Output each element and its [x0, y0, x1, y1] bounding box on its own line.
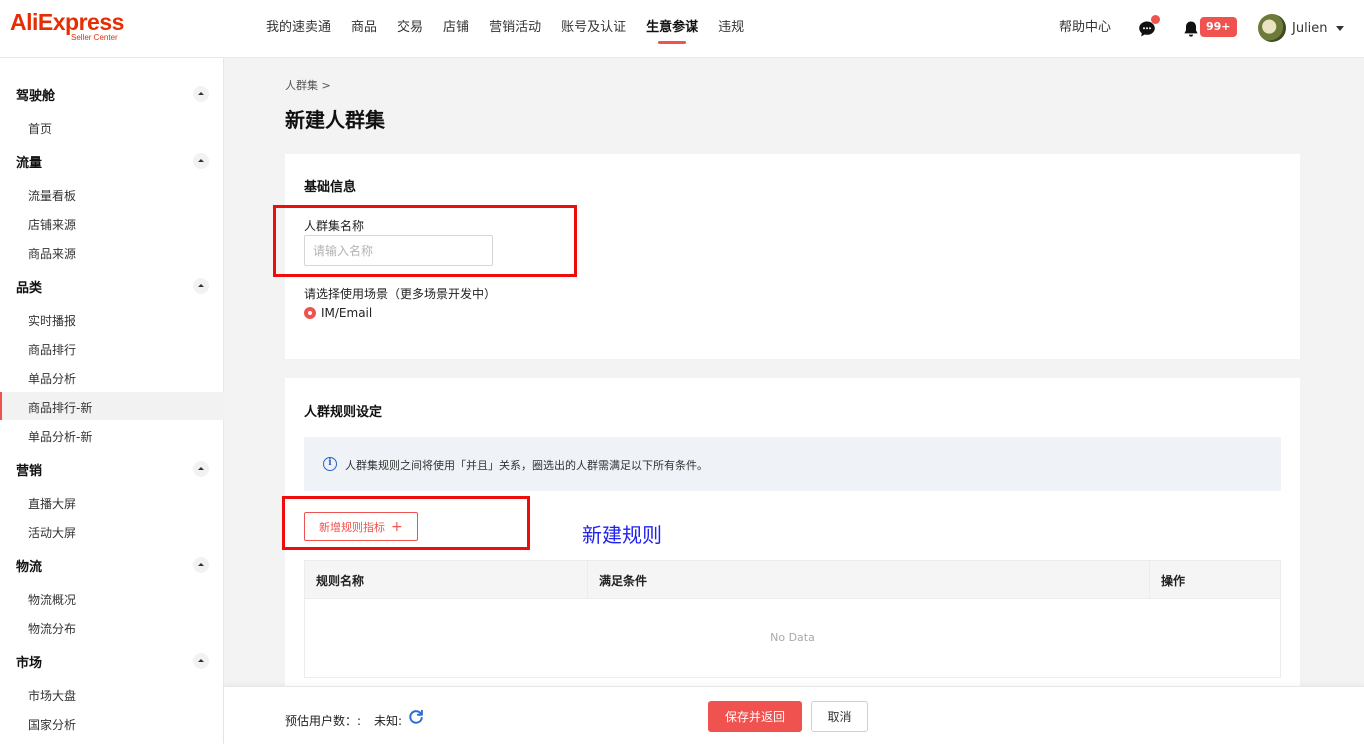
sidebar-item-logistics-distribution[interactable]: 物流分布	[0, 613, 224, 641]
chevron-down-icon	[1335, 25, 1344, 31]
rules-info-bar: i 人群集规则之间将使用「并且」关系，圈选出的人群需满足以下所有条件。	[304, 437, 1281, 491]
sidebar-item-label: 商品排行-新	[28, 401, 93, 415]
sidebar-item-traffic-dashboard[interactable]: 流量看板	[0, 180, 224, 208]
top-bar: AliExpress Seller Center 我的速卖通 商品 交易 店铺 …	[0, 0, 1364, 58]
collapse-arrow-icon[interactable]	[193, 557, 209, 573]
sidebar-item-label: 实时播报	[28, 314, 77, 328]
sidebar-item-realtime[interactable]: 实时播报	[0, 305, 224, 333]
nav-item-products[interactable]: 商品	[351, 0, 377, 58]
nav-item-my-aliexpress[interactable]: 我的速卖通	[266, 0, 331, 58]
column-header-condition: 满足条件	[599, 574, 648, 588]
collapse-arrow-icon[interactable]	[193, 461, 209, 477]
sidebar-section-logistics[interactable]: 物流	[0, 551, 224, 579]
nav-item-account[interactable]: 账号及认证	[561, 0, 626, 58]
nav-item-business-advisor[interactable]: 生意参谋	[646, 0, 698, 58]
sidebar-item-country-analysis[interactable]: 国家分析	[0, 709, 224, 737]
column-divider	[587, 561, 588, 599]
help-center-link[interactable]: 帮助中心	[1059, 0, 1111, 56]
sidebar-item-product-analysis[interactable]: 单品分析	[0, 363, 224, 391]
nav-item-violations[interactable]: 违规	[718, 0, 744, 58]
sidebar-section-title: 物流	[16, 560, 43, 575]
sidebar-item-label: 单品分析-新	[28, 430, 93, 444]
breadcrumb[interactable]: 人群集 >	[285, 77, 331, 93]
sidebar-section-title: 驾驶舱	[16, 89, 56, 104]
sidebar-item-label: 店铺来源	[28, 218, 77, 232]
cancel-button[interactable]: 取消	[811, 701, 868, 732]
footer-bar: 预估用户数：: 未知: 保存并返回 取消	[224, 686, 1364, 744]
sidebar-item-label: 物流分布	[28, 622, 77, 636]
user-menu[interactable]: Julien	[1258, 14, 1344, 42]
sidebar-section-cockpit[interactable]: 驾驶舱	[0, 80, 224, 108]
sidebar-item-label: 商品来源	[28, 247, 77, 261]
sidebar-section-title: 市场	[16, 656, 43, 671]
aliexpress-logo[interactable]: AliExpress Seller Center	[10, 9, 124, 42]
sidebar-section-marketing[interactable]: 营销	[0, 455, 224, 483]
sidebar-item-product-source[interactable]: 商品来源	[0, 238, 224, 266]
sidebar-item-campaign-screen[interactable]: 活动大屏	[0, 517, 224, 545]
sidebar-item-product-ranking[interactable]: 商品排行	[0, 334, 224, 362]
user-avatar	[1258, 14, 1286, 42]
scene-option-label: IM/Email	[321, 306, 373, 320]
sidebar-item-live-screen[interactable]: 直播大屏	[0, 488, 224, 516]
radio-selected-icon	[304, 307, 316, 319]
sidebar-item-label: 直播大屏	[28, 497, 77, 511]
sidebar-item-label: 首页	[28, 122, 53, 136]
column-header-action: 操作	[1161, 574, 1186, 588]
sidebar-item-label: 市场大盘	[28, 689, 77, 703]
collapse-arrow-icon[interactable]	[193, 653, 209, 669]
sidebar-item-label: 国家分析	[28, 718, 77, 732]
sidebar-item-home[interactable]: 首页	[0, 113, 224, 141]
nav-item-store[interactable]: 店铺	[443, 0, 469, 58]
scene-label: 请选择使用场景（更多场景开发中）	[304, 287, 497, 301]
column-header-rule-name: 规则名称	[316, 574, 365, 588]
estimated-users-label: 预估用户数：:	[285, 714, 362, 728]
scene-radio-im-email[interactable]: IM/Email	[304, 306, 372, 320]
save-and-return-button[interactable]: 保存并返回	[708, 701, 802, 732]
page-title: 新建人群集	[285, 108, 385, 132]
nav-item-orders[interactable]: 交易	[397, 0, 423, 58]
refresh-icon[interactable]	[408, 709, 424, 725]
sidebar-item-label: 物流概况	[28, 593, 77, 607]
sidebar-item-label: 活动大屏	[28, 526, 77, 540]
sidebar-item-logistics-overview[interactable]: 物流概况	[0, 584, 224, 612]
highlight-box-add-rule	[282, 496, 530, 550]
user-name: Julien	[1292, 20, 1328, 36]
sidebar-item-product-ranking-new[interactable]: 商品排行-新	[0, 392, 224, 420]
notification-badge[interactable]: 99+	[1200, 17, 1237, 37]
unread-dot	[1151, 15, 1160, 24]
table-empty-text: No Data	[770, 631, 815, 644]
collapse-arrow-icon[interactable]	[193, 278, 209, 294]
collapse-arrow-icon[interactable]	[193, 86, 209, 102]
estimated-users-value: 未知:	[374, 714, 403, 728]
sidebar-section-title: 营销	[16, 464, 43, 479]
sidebar-section-title: 流量	[16, 156, 43, 171]
sidebar-item-product-analysis-new[interactable]: 单品分析-新	[0, 421, 224, 449]
sidebar-item-market-overview[interactable]: 市场大盘	[0, 680, 224, 708]
sidebar-item-label: 商品排行	[28, 343, 77, 357]
basic-info-title: 基础信息	[304, 180, 357, 195]
sidebar: 驾驶舱 首页 流量 流量看板 店铺来源 商品来源 品类 实时播报 商品排行 单品…	[0, 58, 224, 744]
info-icon: i	[323, 457, 337, 471]
collapse-arrow-icon[interactable]	[193, 153, 209, 169]
new-rule-annotation: 新建规则	[582, 523, 662, 547]
logo-subtitle: Seller Center	[71, 33, 118, 42]
main-nav: 我的速卖通 商品 交易 店铺 营销活动 账号及认证 生意参谋 违规	[266, 0, 764, 58]
column-divider	[1149, 561, 1150, 599]
sidebar-item-store-source[interactable]: 店铺来源	[0, 209, 224, 237]
rules-info-text: 人群集规则之间将使用「并且」关系，圈选出的人群需满足以下所有条件。	[345, 459, 708, 472]
sidebar-item-label: 单品分析	[28, 372, 77, 386]
sidebar-section-category[interactable]: 品类	[0, 272, 224, 300]
sidebar-section-title: 品类	[16, 281, 43, 296]
sidebar-section-market[interactable]: 市场	[0, 647, 224, 675]
nav-item-marketing[interactable]: 营销活动	[489, 0, 541, 58]
bell-icon[interactable]	[1182, 20, 1200, 38]
rules-table: 规则名称 满足条件 操作 No Data	[304, 560, 1281, 678]
chat-bubble-icon[interactable]	[1138, 15, 1160, 38]
rules-title: 人群规则设定	[304, 405, 383, 420]
highlight-box-name-field	[273, 205, 577, 277]
table-header: 规则名称 满足条件 操作	[305, 561, 1280, 599]
sidebar-item-label: 流量看板	[28, 189, 77, 203]
logo-text: AliExpress	[10, 9, 124, 35]
sidebar-section-traffic[interactable]: 流量	[0, 147, 224, 175]
